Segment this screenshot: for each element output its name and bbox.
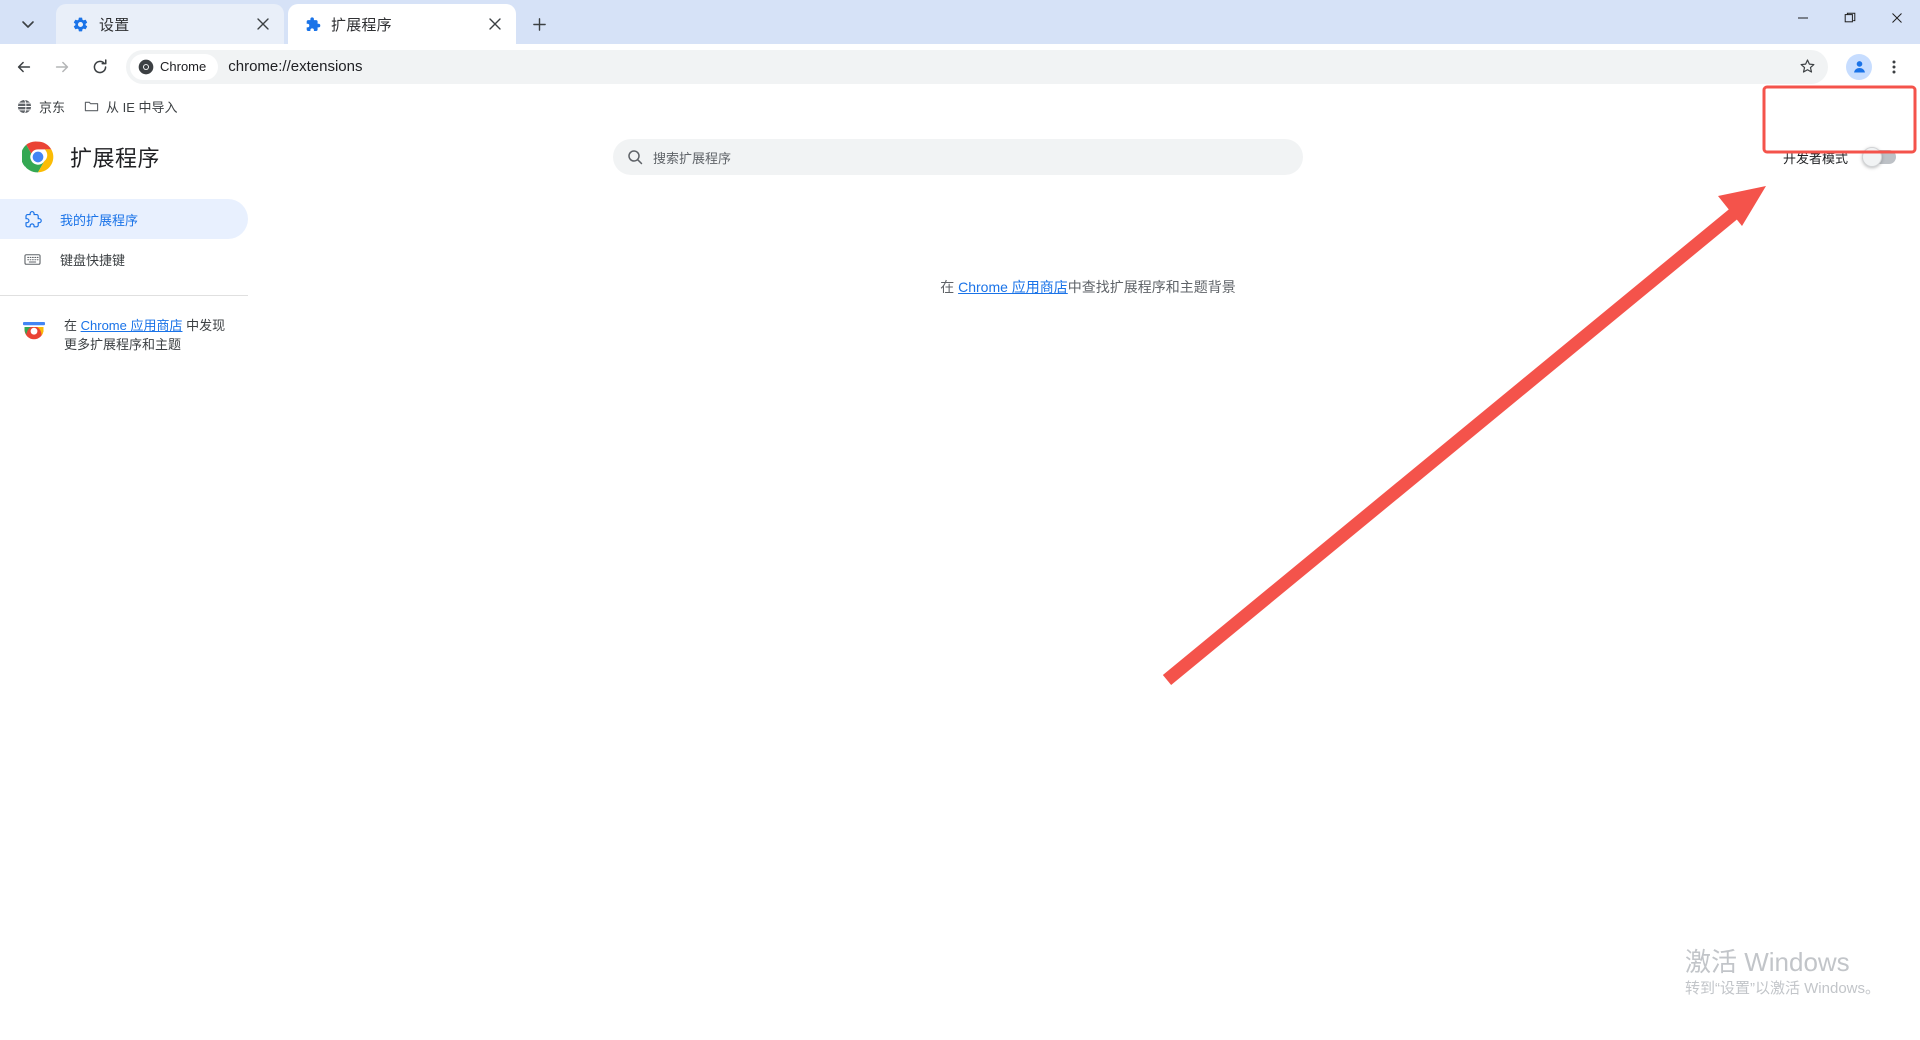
profile-button[interactable]: [1842, 50, 1876, 84]
developer-mode-label: 开发者模式: [1782, 150, 1848, 166]
store-text-prefix: 在: [64, 318, 81, 333]
globe-icon: [16, 98, 32, 114]
address-bar[interactable]: Chrome chrome://extensions: [126, 49, 1828, 84]
close-window-button[interactable]: [1873, 0, 1920, 36]
tab-title: 设置: [99, 16, 130, 34]
extensions-body: 我的扩展程序 键盘快捷键 在 Chrome 应用商店 中发现更多扩展程序和主题 …: [0, 191, 1920, 1040]
tab-settings[interactable]: 设置: [56, 4, 284, 44]
maximize-button[interactable]: [1826, 0, 1873, 36]
chrome-logo-icon: [20, 141, 54, 173]
origin-chip[interactable]: Chrome: [130, 53, 219, 80]
maximize-icon: [1844, 12, 1855, 23]
chrome-logo-icon: [138, 59, 154, 75]
chevron-down-icon: [22, 21, 34, 28]
developer-mode-toggle[interactable]: [1862, 147, 1896, 167]
page-title: 扩展程序: [70, 146, 161, 171]
three-dot-menu-icon: [1892, 60, 1896, 73]
chrome-webstore-card[interactable]: 在 Chrome 应用商店 中发现更多扩展程序和主题: [0, 296, 256, 354]
watermark-title: 激活 Windows: [1684, 947, 1850, 977]
chrome-webstore-link[interactable]: Chrome 应用商店: [81, 318, 183, 333]
bookmark-folder[interactable]: 从 IE 中导入: [75, 93, 186, 119]
extensions-content: 在 Chrome 应用商店中查找扩展程序和主题背景: [256, 191, 1920, 1040]
empty-state-webstore-link[interactable]: Chrome 应用商店: [958, 279, 1068, 295]
close-icon: [1891, 13, 1902, 23]
gear-icon: [72, 16, 89, 33]
bookmark-label: 京东: [39, 99, 66, 115]
folder-icon: [83, 98, 99, 114]
plus-icon: [532, 17, 546, 31]
tab-title: 扩展程序: [331, 16, 392, 34]
windows-activation-watermark: 激活 Windows 转到“设置”以激活 Windows。: [1685, 946, 1880, 1000]
tab-close-button[interactable]: [250, 11, 276, 37]
browser-menu-button[interactable]: [1878, 50, 1910, 84]
developer-mode-control: 开发者模式: [1783, 123, 1896, 191]
chrome-webstore-icon: [22, 318, 46, 342]
forward-button[interactable]: [44, 49, 80, 85]
empty-state-suffix: 中查找扩展程序和主题背景: [1067, 279, 1236, 295]
url-text[interactable]: chrome://extensions: [228, 58, 1792, 75]
keyboard-icon: [22, 249, 42, 269]
bookmark-star-button[interactable]: [1792, 52, 1822, 82]
avatar: [1846, 53, 1872, 80]
star-icon: [1800, 59, 1814, 73]
puzzle-icon: [22, 209, 42, 229]
bookmarks-bar: 京东 从 IE 中导入: [0, 89, 1920, 123]
arrow-left-icon: [17, 61, 31, 72]
puzzle-icon: [304, 16, 321, 33]
extensions-page: 扩展程序 搜索扩展程序 开发者模式 我的扩展程序 键盘快捷键 在 Chrome …: [0, 123, 1920, 1040]
empty-state-message: 在 Chrome 应用商店中查找扩展程序和主题背景: [256, 191, 1920, 297]
search-icon: [628, 150, 643, 165]
tab-strip: 设置 扩展程序: [0, 0, 1920, 44]
search-extensions-input[interactable]: 搜索扩展程序: [613, 139, 1303, 175]
back-button[interactable]: [6, 49, 42, 85]
tab-extensions[interactable]: 扩展程序: [288, 4, 516, 44]
tab-search-button[interactable]: [0, 6, 56, 42]
extensions-header: 扩展程序 搜索扩展程序 开发者模式: [0, 123, 1920, 191]
browser-toolbar: Chrome chrome://extensions: [0, 44, 1920, 89]
bookmark-label: 从 IE 中导入: [106, 99, 178, 115]
sidebar-item-label: 我的扩展程序: [60, 212, 139, 228]
bookmark-item[interactable]: 京东: [8, 93, 73, 119]
arrow-right-icon: [55, 61, 69, 72]
origin-chip-label: Chrome: [160, 59, 207, 74]
sidebar-item-keyboard-shortcuts[interactable]: 键盘快捷键: [0, 239, 248, 279]
reload-icon: [93, 58, 107, 73]
chrome-webstore-text: 在 Chrome 应用商店 中发现更多扩展程序和主题: [64, 316, 236, 354]
sidebar-item-my-extensions[interactable]: 我的扩展程序: [0, 199, 248, 239]
minimize-button[interactable]: [1779, 0, 1826, 36]
extensions-sidebar: 我的扩展程序 键盘快捷键 在 Chrome 应用商店 中发现更多扩展程序和主题: [0, 191, 256, 1040]
watermark-subtitle: 转到“设置”以激活 Windows。: [1684, 980, 1880, 997]
search-placeholder: 搜索扩展程序: [653, 150, 732, 166]
sidebar-item-label: 键盘快捷键: [60, 252, 126, 268]
reload-button[interactable]: [82, 49, 118, 85]
empty-state-prefix: 在: [940, 279, 959, 295]
minimize-icon: [1797, 17, 1808, 19]
toggle-knob: [1862, 147, 1882, 167]
tab-close-button[interactable]: [482, 11, 508, 37]
new-tab-button[interactable]: [522, 7, 556, 41]
person-icon: [1853, 61, 1865, 73]
window-controls: [1779, 0, 1920, 44]
